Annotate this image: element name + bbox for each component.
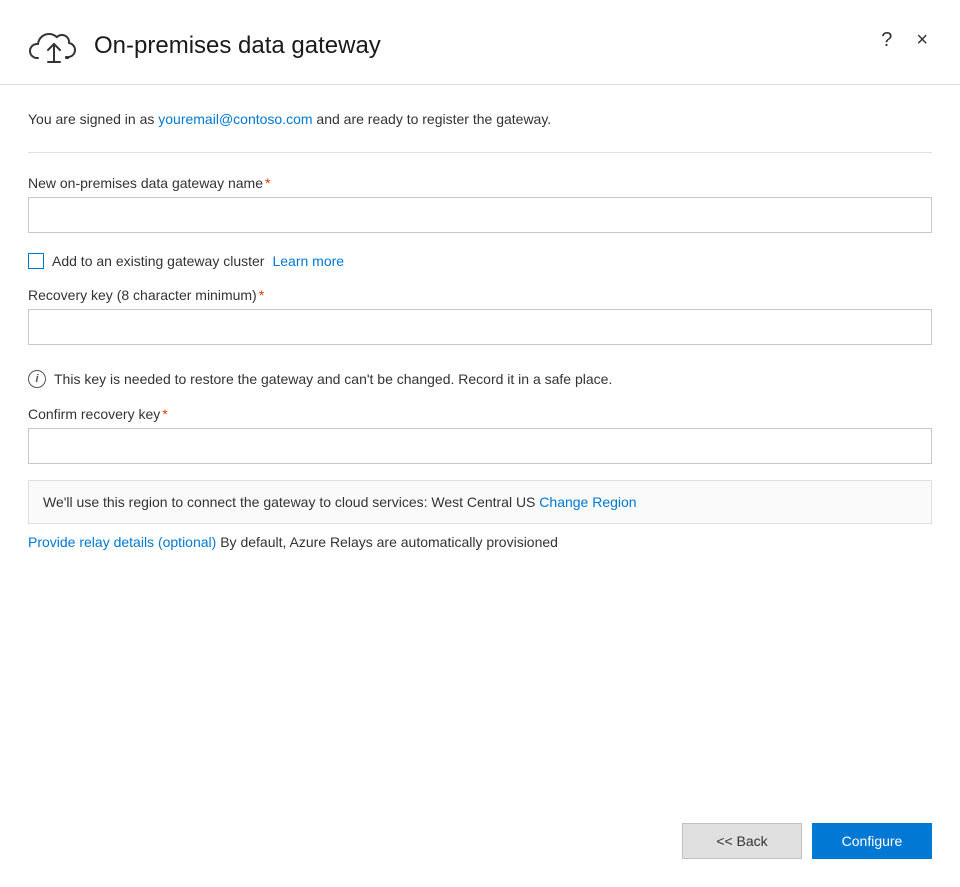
user-email: youremail@contoso.com bbox=[158, 111, 312, 127]
dialog-footer: << Back Configure bbox=[0, 803, 960, 887]
dialog-body: You are signed in as youremail@contoso.c… bbox=[0, 85, 960, 803]
learn-more-link[interactable]: Learn more bbox=[272, 253, 344, 269]
region-text-prefix: We'll use this region to connect the gat… bbox=[43, 494, 539, 510]
existing-cluster-label: Add to an existing gateway cluster bbox=[52, 253, 264, 269]
info-icon: i bbox=[28, 370, 46, 388]
on-premises-gateway-dialog: On-premises data gateway ? × You are sig… bbox=[0, 0, 960, 887]
existing-cluster-row: Add to an existing gateway cluster Learn… bbox=[28, 253, 932, 269]
relay-text: By default, Azure Relays are automatical… bbox=[216, 534, 558, 550]
title-area: On-premises data gateway bbox=[28, 24, 381, 68]
recovery-key-field-group: Recovery key (8 character minimum) * bbox=[28, 287, 932, 345]
dialog-titlebar: On-premises data gateway ? × bbox=[0, 0, 960, 85]
configure-button[interactable]: Configure bbox=[812, 823, 932, 859]
close-button[interactable]: × bbox=[912, 28, 932, 52]
recovery-key-label: Recovery key (8 character minimum) * bbox=[28, 287, 932, 303]
titlebar-actions: ? × bbox=[877, 24, 932, 52]
recovery-key-input[interactable] bbox=[28, 309, 932, 345]
change-region-link[interactable]: Change Region bbox=[539, 494, 636, 510]
existing-cluster-checkbox[interactable] bbox=[28, 253, 44, 269]
header-divider bbox=[28, 152, 932, 153]
signed-in-message: You are signed in as youremail@contoso.c… bbox=[28, 109, 932, 130]
gateway-name-label: New on-premises data gateway name * bbox=[28, 175, 932, 191]
relay-details-link[interactable]: Provide relay details (optional) bbox=[28, 534, 216, 550]
dialog-title: On-premises data gateway bbox=[94, 32, 381, 60]
help-button[interactable]: ? bbox=[877, 28, 896, 52]
signed-in-prefix: You are signed in as bbox=[28, 111, 158, 127]
gateway-name-required: * bbox=[265, 175, 270, 191]
confirm-key-field-group: Confirm recovery key * bbox=[28, 406, 932, 464]
relay-row: Provide relay details (optional) By defa… bbox=[28, 534, 932, 550]
cloud-upload-icon bbox=[28, 24, 80, 68]
signed-in-suffix: and are ready to register the gateway. bbox=[313, 111, 552, 127]
recovery-key-info-row: i This key is needed to restore the gate… bbox=[28, 369, 932, 390]
confirm-key-input[interactable] bbox=[28, 428, 932, 464]
info-text: This key is needed to restore the gatewa… bbox=[54, 369, 612, 390]
back-button[interactable]: << Back bbox=[682, 823, 802, 859]
confirm-key-label: Confirm recovery key * bbox=[28, 406, 932, 422]
gateway-name-input[interactable] bbox=[28, 197, 932, 233]
recovery-key-required: * bbox=[259, 287, 264, 303]
region-box: We'll use this region to connect the gat… bbox=[28, 480, 932, 524]
gateway-name-field-group: New on-premises data gateway name * bbox=[28, 175, 932, 233]
confirm-key-required: * bbox=[162, 406, 167, 422]
